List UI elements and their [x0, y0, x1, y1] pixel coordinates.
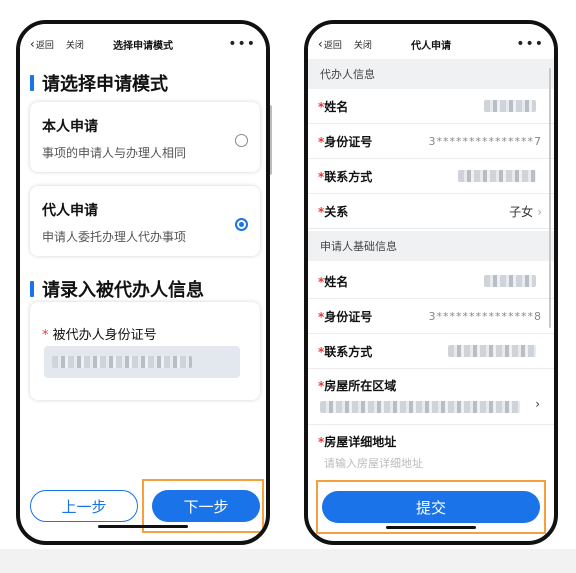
option-title: 代人申请	[42, 203, 98, 219]
chevron-left-icon: ‹	[318, 37, 323, 51]
house-address-row[interactable]: *房屋详细地址 请输入房屋详细地址	[308, 425, 554, 475]
mode-heading: 请选择申请模式	[30, 70, 168, 96]
nav-bar: ‹ 返回 关闭 选择申请模式 •••	[20, 24, 266, 64]
phone-left: ‹ 返回 关闭 选择申请模式 ••• 请选择申请模式 本人申请 事项的申请人与办理…	[16, 20, 270, 545]
applicant-name-row[interactable]: *姓名	[308, 264, 554, 299]
agent-section-header: 代办人信息	[308, 59, 554, 89]
scrollbar[interactable]	[549, 68, 551, 328]
phone-right: ‹ 返回 关闭 代人申请 ••• 代办人信息 *姓名 *身份证号 3*******…	[304, 20, 558, 545]
blurred-region-value	[320, 401, 520, 413]
close-button[interactable]: 关闭	[66, 38, 84, 51]
option-desc: 事项的申请人与办理人相同	[42, 146, 187, 160]
chevron-right-icon: ›	[537, 204, 542, 219]
close-button[interactable]: 关闭	[354, 38, 372, 51]
chevron-left-icon: ‹	[30, 37, 35, 51]
more-icon[interactable]: •••	[516, 36, 544, 52]
applicant-id-value: 3***************8	[428, 309, 542, 323]
option-title: 本人申请	[42, 119, 98, 135]
home-indicator	[98, 525, 188, 528]
blurred-phone-value	[448, 345, 536, 357]
more-icon[interactable]: •••	[228, 36, 256, 52]
applicant-id-row[interactable]: *身份证号 3***************8	[308, 299, 554, 334]
screenshot-canvas: ‹ 返回 关闭 选择申请模式 ••• 请选择申请模式 本人申请 事项的申请人与办理…	[0, 0, 576, 573]
option-self-apply[interactable]: 本人申请 事项的申请人与办理人相同	[30, 102, 260, 172]
home-indicator	[386, 526, 476, 529]
agent-phone-row[interactable]: *联系方式	[308, 159, 554, 194]
option-proxy-apply[interactable]: 代人申请 申请人委托办理人代办事项	[30, 186, 260, 256]
chevron-right-icon: ›	[535, 397, 540, 411]
applicant-section-header: 申请人基础信息	[308, 231, 554, 261]
back-button[interactable]: ‹ 返回	[30, 37, 54, 51]
blurred-phone-value	[458, 170, 536, 182]
id-input-card: * 被代办人身份证号	[30, 302, 260, 400]
heading-accent-bar	[30, 281, 34, 297]
blurred-id-value	[52, 356, 192, 368]
bottom-strip	[0, 549, 576, 573]
agent-relation-row[interactable]: *关系 子女 ›	[308, 194, 554, 229]
id-input-field[interactable]	[44, 346, 240, 378]
radio-unchecked-icon[interactable]	[235, 134, 248, 147]
address-input[interactable]: 请输入房屋详细地址	[324, 455, 423, 471]
agent-id-row[interactable]: *身份证号 3***************7	[308, 124, 554, 159]
radio-checked-icon[interactable]	[235, 218, 248, 231]
blurred-name-value	[484, 275, 536, 287]
agent-id-value: 3***************7	[428, 134, 542, 148]
relation-value: 子女 ›	[509, 204, 542, 219]
blurred-name-value	[484, 100, 536, 112]
heading-accent-bar	[30, 75, 34, 91]
agent-name-row[interactable]: *姓名	[308, 89, 554, 124]
house-region-row[interactable]: *房屋所在区域 ›	[308, 369, 554, 425]
info-heading: 请录入被代办人信息	[30, 276, 204, 302]
applicant-phone-row[interactable]: *联系方式	[308, 334, 554, 369]
back-button[interactable]: ‹ 返回	[318, 37, 342, 51]
option-desc: 申请人委托办理人代办事项	[42, 230, 187, 244]
id-field-label: * 被代办人身份证号	[42, 328, 157, 343]
prev-button[interactable]: 上一步	[30, 490, 138, 522]
nav-bar: ‹ 返回 关闭 代人申请 •••	[308, 24, 554, 64]
